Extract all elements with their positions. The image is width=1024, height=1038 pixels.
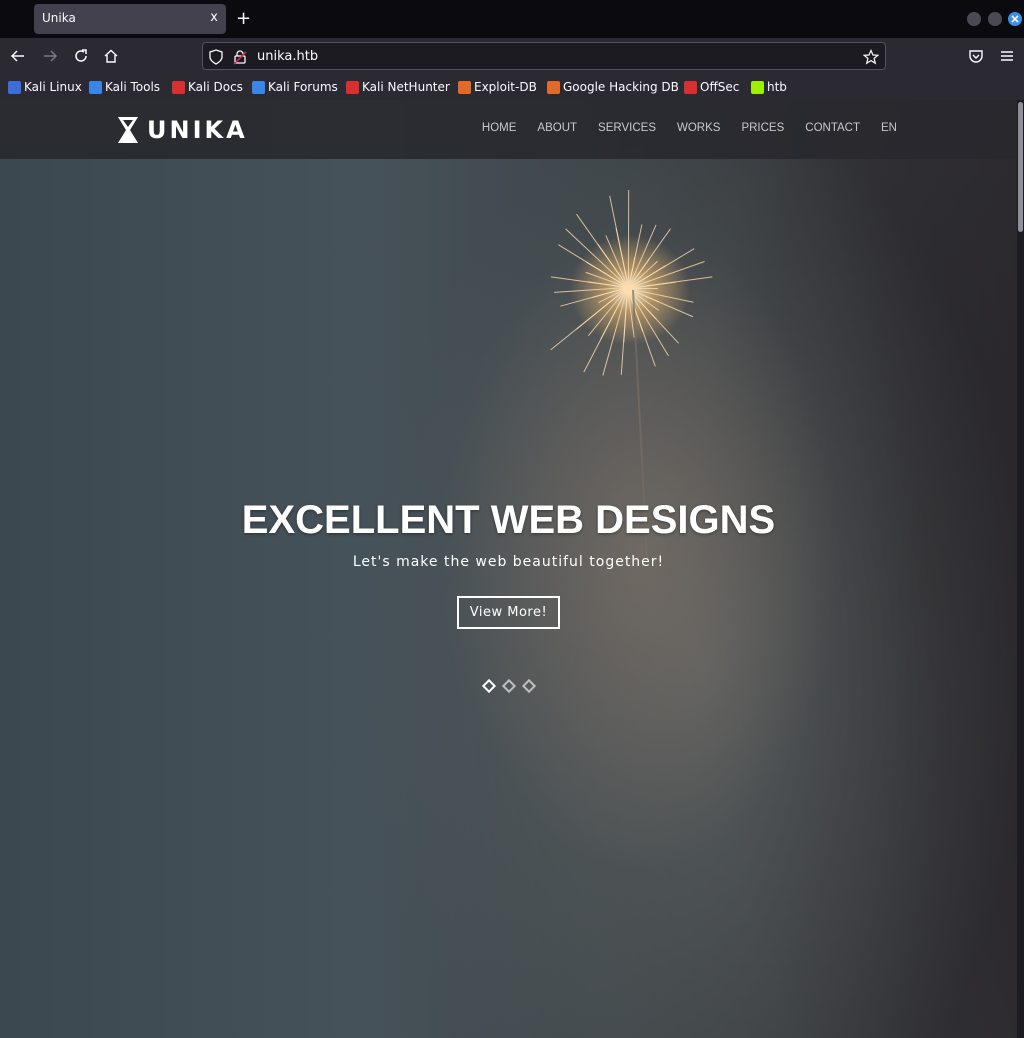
site-header: UNIKA HOME ABOUT SERVICES WORKS PRICES C… [0,100,1017,159]
navigation-toolbar: unika.htb [0,38,1024,74]
kali-nethunter-icon [346,80,359,94]
carousel-dot[interactable] [481,678,496,694]
nav-contact[interactable]: CONTACT [805,122,860,134]
reload-button[interactable] [71,46,91,66]
tab-strip: Unika x + [0,0,1024,38]
tab-unika[interactable]: Unika x [34,4,226,34]
bookmark-kali-forums[interactable]: Kali Forums [252,78,338,96]
arrow-left-icon [10,50,24,62]
forward-button[interactable] [40,46,60,66]
bookmarks-toolbar: Kali Linux Kali Tools Kali Docs Kali For… [0,74,1024,100]
carousel-dot[interactable] [521,678,536,694]
htb-cube-icon [751,80,764,94]
bookmark-google-hacking-db[interactable]: Google Hacking DB [547,78,679,96]
bookmark-label: Google Hacking DB [563,80,679,94]
nav-prices[interactable]: PRICES [741,122,784,134]
offsec-icon [684,80,697,94]
bookmark-label: Kali Forums [268,80,338,94]
bookmark-label: Exploit-DB [474,80,537,94]
new-tab-button[interactable]: + [236,8,251,29]
close-window-button[interactable] [1008,12,1022,26]
bookmark-label: Kali Tools [105,80,161,94]
back-button[interactable] [8,46,28,66]
site-nav: HOME ABOUT SERVICES WORKS PRICES CONTACT… [482,122,897,134]
home-button[interactable] [101,46,121,66]
bookmark-star-icon[interactable] [863,49,879,65]
carousel-dot[interactable] [501,678,516,694]
reload-icon [75,49,87,62]
site-logo[interactable]: UNIKA [117,116,248,144]
bookmark-label: Kali Docs [188,80,243,94]
nav-works[interactable]: WORKS [677,122,720,134]
insecure-lock-icon[interactable] [233,49,247,65]
browser-window: Unika x + unika.htb Kali Linux Kali Tool… [0,0,1024,1038]
arrow-right-icon [44,50,58,62]
tab-close-icon[interactable]: x [210,10,218,25]
bookmark-label: Kali Linux [24,80,82,94]
bookmark-kali-linux[interactable]: Kali Linux [8,78,82,96]
nav-home[interactable]: HOME [482,122,517,134]
bookmark-label: Kali NetHunter [362,80,450,94]
nav-language[interactable]: EN [881,122,897,134]
view-more-button[interactable]: View More! [456,596,561,629]
hamburger-menu-icon [1001,51,1013,61]
hourglass-logo-icon [118,117,138,143]
hero-title: EXCELLENT WEB DESIGNS [241,498,776,542]
bookmark-exploit-db[interactable]: Exploit-DB [458,78,537,96]
logo-text: UNIKA [147,116,248,144]
bookmark-label: htb [767,80,787,94]
ghdb-icon [547,80,560,94]
pocket-button[interactable] [966,46,986,66]
tab-title: Unika [42,11,76,25]
spark-ray [628,190,630,289]
kali-tools-icon [89,80,102,94]
bookmark-label: OffSec [700,80,740,94]
home-icon [104,49,118,63]
carousel-indicators [0,678,1017,694]
hero-section: EXCELLENT WEB DESIGNS Let's make the web… [0,500,1017,629]
url-bar[interactable]: unika.htb [202,42,886,70]
nav-about[interactable]: ABOUT [537,122,577,134]
url-text: unika.htb [257,49,319,64]
hero-subtitle: Let's make the web beautiful together! [352,554,665,570]
close-icon [1011,15,1019,23]
bookmark-htb[interactable]: htb [751,78,787,96]
bookmark-kali-docs[interactable]: Kali Docs [172,78,243,96]
bookmark-offsec[interactable]: OffSec [684,78,739,96]
scrollbar-thumb[interactable] [1018,102,1023,232]
kali-docs-icon [172,80,185,94]
kali-forums-icon [252,80,265,94]
page-viewport: UNIKA HOME ABOUT SERVICES WORKS PRICES C… [0,100,1017,1038]
maximize-button[interactable] [988,12,1002,26]
pocket-icon [969,50,983,63]
kali-dragon-icon [8,80,21,94]
nav-services[interactable]: SERVICES [598,122,656,134]
spark-ray [588,287,628,337]
shield-icon[interactable] [209,49,223,65]
page-scrollbar[interactable] [1017,100,1024,1038]
bookmark-kali-nethunter[interactable]: Kali NetHunter [346,78,450,96]
minimize-button[interactable] [967,12,981,26]
menu-button[interactable] [997,46,1017,66]
exploit-db-icon [458,80,471,94]
bookmark-kali-tools[interactable]: Kali Tools [89,78,160,96]
